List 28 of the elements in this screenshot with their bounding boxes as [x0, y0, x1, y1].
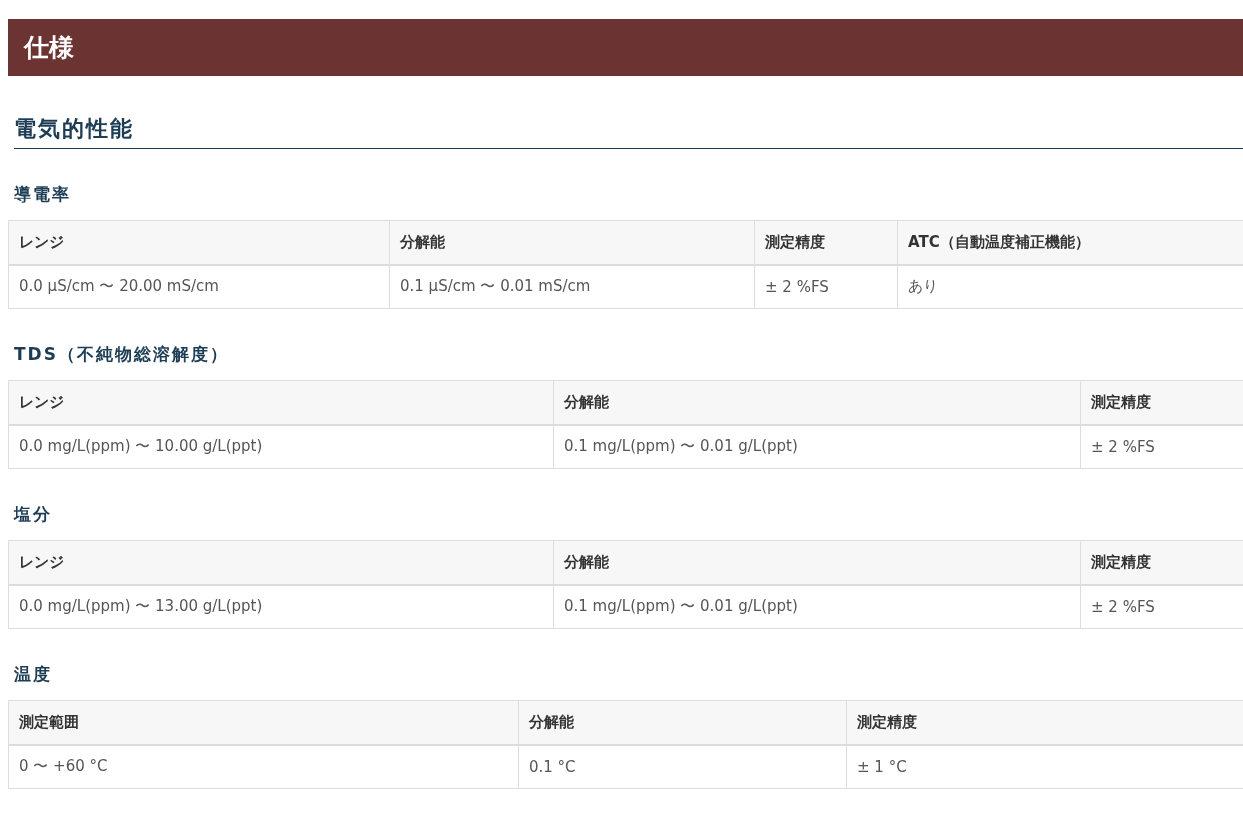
table-cell: 0.1 mg/L(ppm) 〜 0.01 g/L(ppt) — [553, 424, 1081, 469]
subsection-heading: 温度 — [14, 663, 53, 686]
table-cell: 0.0 mg/L(ppm) 〜 13.00 g/L(ppt) — [8, 584, 554, 629]
subsection-heading: 導電率 — [14, 183, 72, 206]
column-header: レンジ — [8, 380, 554, 425]
table-cell: 0.1 mg/L(ppm) 〜 0.01 g/L(ppt) — [553, 584, 1081, 629]
column-header: ATC（自動温度補正機能） — [897, 220, 1243, 265]
table-cell: 0 〜 +60 °C — [8, 744, 519, 789]
column-header: 測定精度 — [754, 220, 898, 265]
column-header: 測定精度 — [846, 700, 1243, 745]
table-cell: 0.0 mg/L(ppm) 〜 10.00 g/L(ppt) — [8, 424, 554, 469]
table-cell: 0.1 μS/cm 〜 0.01 mS/cm — [389, 264, 755, 309]
table-cell: 0.1 °C — [518, 744, 847, 789]
column-header: 分解能 — [553, 540, 1081, 585]
column-header: 測定範囲 — [8, 700, 519, 745]
column-header: 分解能 — [389, 220, 755, 265]
column-header: 測定精度 — [1080, 540, 1243, 585]
subsection-heading: 塩分 — [14, 503, 53, 526]
subsection-heading: TDS（不純物総溶解度） — [14, 343, 230, 366]
column-header: 分解能 — [553, 380, 1081, 425]
column-header: 分解能 — [518, 700, 847, 745]
page-title-banner: 仕様 — [8, 19, 1243, 76]
column-header: レンジ — [8, 540, 554, 585]
table-cell: 0.0 μS/cm 〜 20.00 mS/cm — [8, 264, 390, 309]
column-header: レンジ — [8, 220, 390, 265]
section-heading: 電気的性能 — [14, 114, 1243, 149]
table-cell: ± 2 %FS — [754, 264, 898, 309]
column-header: 測定精度 — [1080, 380, 1243, 425]
